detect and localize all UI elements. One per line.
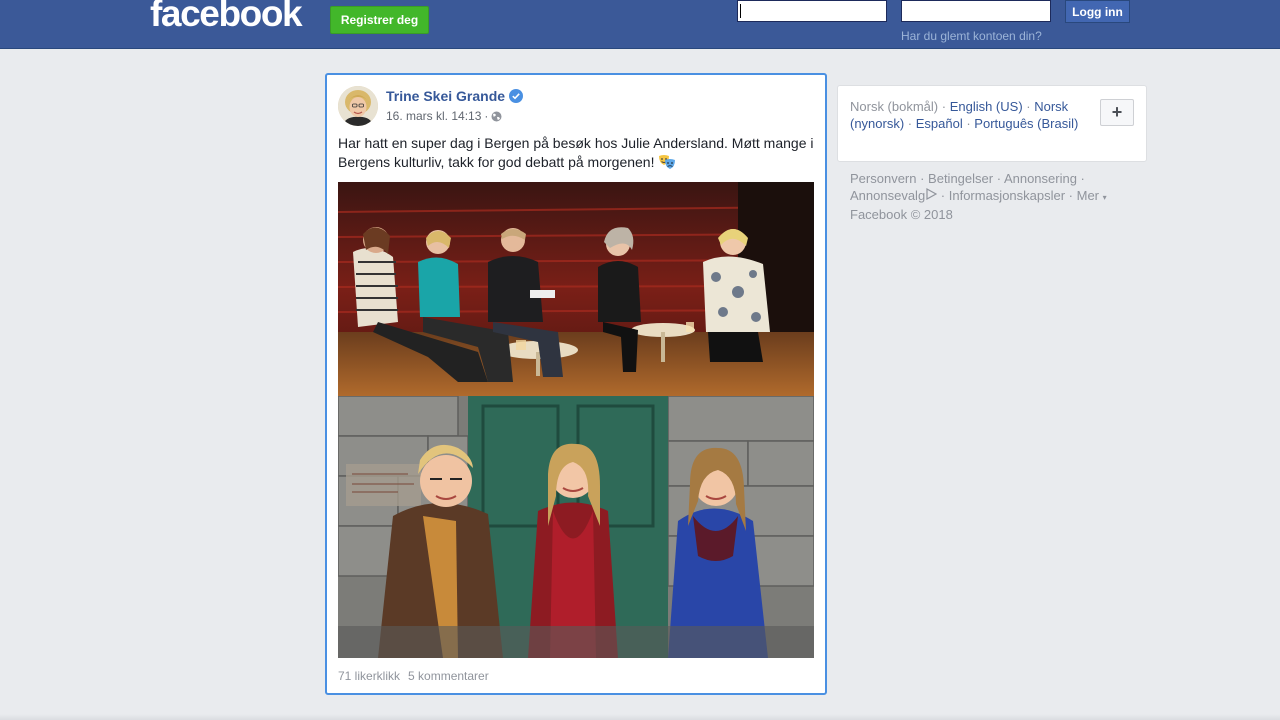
post-meta: 16. mars kl. 14:13 · <box>386 109 491 123</box>
password-field[interactable] <box>901 0 1051 22</box>
language-english-us[interactable]: English (US) <box>950 99 1023 114</box>
register-button[interactable]: Registrer deg <box>330 6 429 34</box>
comments-count[interactable]: 5 kommentarer <box>408 669 489 683</box>
footer-link-informasjonskapsler[interactable]: Informasjonskapsler <box>949 188 1065 203</box>
footer-link-annonsering[interactable]: Annonsering <box>1004 171 1077 186</box>
verified-badge-icon <box>509 89 523 103</box>
text-cursor <box>740 4 741 18</box>
meta-separator: · <box>484 109 489 123</box>
copyright-text: Facebook © 2018 <box>850 207 953 222</box>
post-photos[interactable] <box>338 182 814 658</box>
post-stats: 71 likerklikk 5 kommentarer <box>338 669 489 683</box>
language-espanol[interactable]: Español <box>916 116 963 131</box>
author-avatar[interactable] <box>338 86 378 126</box>
language-list: Norsk (bokmål) · English (US) · Norsk (n… <box>850 99 1079 131</box>
author-name-link[interactable]: Trine Skei Grande <box>386 88 505 104</box>
email-field[interactable] <box>737 0 887 22</box>
language-selector-box: Norsk (bokmål) · English (US) · Norsk (n… <box>837 85 1147 162</box>
likes-count[interactable]: 71 likerklikk <box>338 669 400 683</box>
footer-link-betingelser[interactable]: Betingelser <box>928 171 993 186</box>
post-message: Har hatt en super dag i Bergen på besøk … <box>338 135 814 170</box>
caret-down-icon[interactable]: ▾ <box>1103 193 1107 202</box>
footer-link-personvern[interactable]: Personvern <box>850 171 916 186</box>
theater-masks-icon <box>659 155 676 169</box>
post-text: Har hatt en super dag i Bergen på besøk … <box>338 134 816 172</box>
footer-links: Personvern · Betingelser · Annonsering ·… <box>850 171 1107 222</box>
login-button[interactable]: Logg inn <box>1065 0 1130 23</box>
globe-icon[interactable] <box>491 111 502 122</box>
facebook-logo[interactable]: facebook <box>150 0 303 34</box>
footer-link-annonsevalg[interactable]: Annonsevalg <box>850 188 925 203</box>
top-navigation-bar: facebook Registrer deg Logg inn Har du g… <box>0 0 1280 49</box>
forgot-account-link[interactable]: Har du glemt kontoen din? <box>901 29 1042 43</box>
adchoices-icon <box>926 188 938 200</box>
language-current: Norsk (bokmål) <box>850 99 939 114</box>
page-bottom-edge <box>0 714 1280 720</box>
add-language-button[interactable]: + <box>1100 99 1134 126</box>
footer-link-mer[interactable]: Mer <box>1077 188 1099 203</box>
language-portugues-brasil[interactable]: Português (Brasil) <box>974 116 1078 131</box>
group-photo[interactable] <box>338 396 814 658</box>
post-card: Trine Skei Grande 16. mars kl. 14:13 · Ha… <box>325 73 827 695</box>
post-timestamp-link[interactable]: 16. mars kl. 14:13 <box>386 109 481 123</box>
panel-debate-photo[interactable] <box>338 182 814 396</box>
